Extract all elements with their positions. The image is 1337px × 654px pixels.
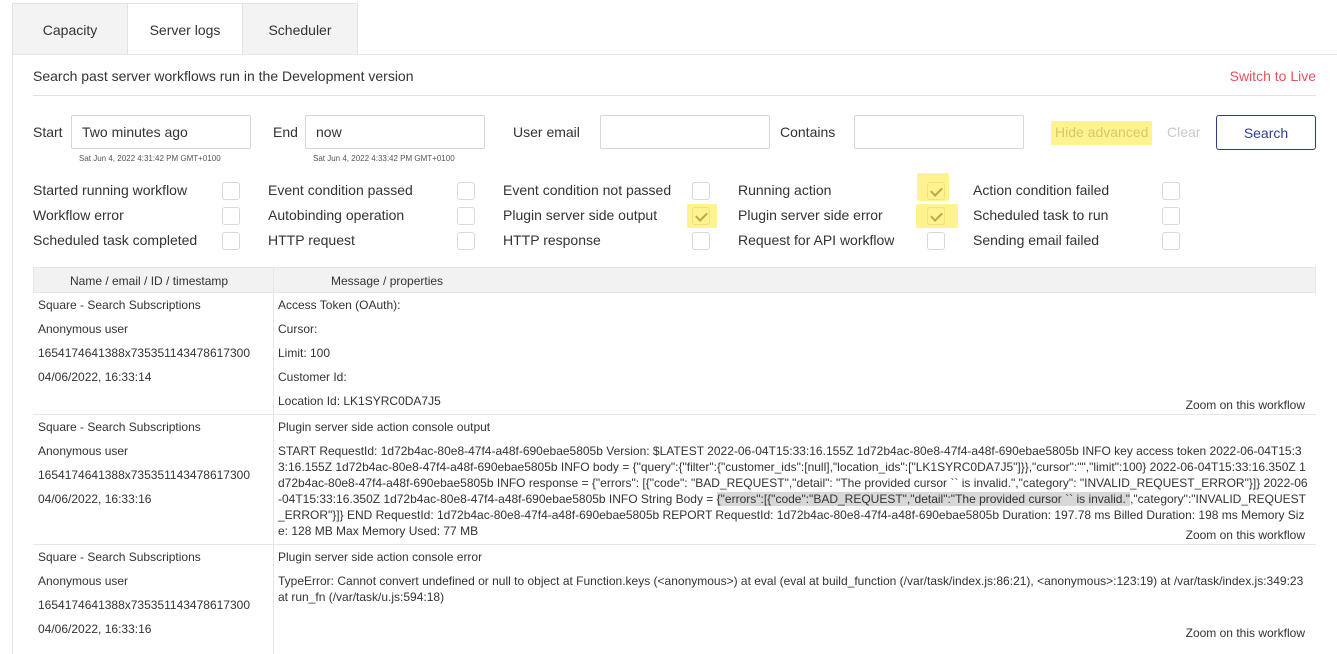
panel-left-border bbox=[12, 54, 13, 654]
cb-label-running-action: Running action bbox=[738, 182, 832, 198]
message-body: START RequestId: 1d72b4ac-80e8-47f4-a48f… bbox=[278, 443, 1308, 539]
workflow-timestamp: 04/06/2022, 16:33:16 bbox=[38, 492, 152, 506]
workflow-timestamp: 04/06/2022, 16:33:16 bbox=[38, 622, 152, 636]
zoom-workflow-link[interactable]: Zoom on this workflow bbox=[1186, 398, 1305, 412]
cb-label-request-for-api-workflow: Request for API workflow bbox=[738, 232, 895, 248]
tab-capacity[interactable]: Capacity bbox=[12, 3, 128, 55]
search-button[interactable]: Search bbox=[1216, 115, 1316, 150]
row-divider bbox=[33, 544, 1316, 545]
cb-label-started-running-workflow: Started running workflow bbox=[33, 182, 188, 198]
property-line: Limit: 100 bbox=[278, 346, 331, 360]
user-email-input[interactable] bbox=[600, 115, 770, 149]
switch-to-live-link[interactable]: Switch to Live bbox=[1230, 68, 1316, 84]
user-email-label: User email bbox=[513, 124, 580, 140]
start-label: Start bbox=[33, 124, 63, 140]
workflow-user: Anonymous user bbox=[38, 322, 129, 336]
checkbox-running-action[interactable] bbox=[927, 182, 945, 200]
cb-label-plugin-server-side-error: Plugin server side error bbox=[738, 207, 883, 223]
selected-text: {"errors":[{"code":"BAD_REQUEST","detail… bbox=[716, 492, 1131, 506]
workflow-id: 1654174641388x735351143478617300 bbox=[38, 346, 250, 360]
checkbox-scheduled-task-completed[interactable] bbox=[222, 232, 240, 250]
workflow-timestamp: 04/06/2022, 16:33:14 bbox=[38, 370, 152, 384]
checkbox-http-response[interactable] bbox=[692, 232, 710, 250]
row-divider bbox=[33, 414, 1316, 415]
cb-label-action-condition-failed: Action condition failed bbox=[973, 182, 1110, 198]
column-header-name: Name / email / ID / timestamp bbox=[70, 274, 229, 288]
checkbox-event-condition-passed[interactable] bbox=[457, 182, 475, 200]
panel-top-border bbox=[12, 54, 1337, 55]
workflow-id: 1654174641388x735351143478617300 bbox=[38, 598, 250, 612]
checkbox-http-request[interactable] bbox=[457, 232, 475, 250]
cb-label-event-condition-passed: Event condition passed bbox=[268, 182, 413, 198]
workflow-name: Square - Search Subscriptions bbox=[38, 420, 201, 434]
workflow-name: Square - Search Subscriptions bbox=[38, 550, 201, 564]
cb-label-http-response: HTTP response bbox=[503, 232, 601, 248]
checkbox-autobinding-operation[interactable] bbox=[457, 207, 475, 225]
message-body: TypeError: Cannot convert undefined or n… bbox=[278, 574, 1304, 604]
checkbox-plugin-server-side-error[interactable] bbox=[927, 207, 945, 225]
end-date-caption: Sat Jun 4, 2022 4:33:42 PM GMT+0100 bbox=[313, 154, 455, 163]
checkbox-sending-email-failed[interactable] bbox=[1162, 232, 1180, 250]
page-description: Search past server workflows run in the … bbox=[33, 68, 414, 84]
tab-scheduler[interactable]: Scheduler bbox=[243, 3, 358, 55]
checkbox-request-for-api-workflow[interactable] bbox=[927, 232, 945, 250]
workflow-user: Anonymous user bbox=[38, 574, 129, 588]
contains-input[interactable] bbox=[854, 115, 1024, 149]
table-header: Name / email / ID / timestamp Message / … bbox=[33, 267, 1316, 293]
workflow-user: Anonymous user bbox=[38, 444, 129, 458]
column-divider bbox=[273, 267, 274, 654]
checkbox-scheduled-task-to-run[interactable] bbox=[1162, 207, 1180, 225]
zoom-workflow-link[interactable]: Zoom on this workflow bbox=[1186, 528, 1305, 542]
property-line: Cursor: bbox=[278, 322, 318, 336]
cb-label-sending-email-failed: Sending email failed bbox=[973, 232, 1100, 248]
cb-label-plugin-server-side-output: Plugin server side output bbox=[503, 207, 658, 223]
checkbox-action-condition-failed[interactable] bbox=[1162, 182, 1180, 200]
start-input[interactable]: Two minutes ago bbox=[71, 115, 251, 149]
workflow-id: 1654174641388x735351143478617300 bbox=[38, 468, 250, 482]
cb-label-event-condition-not-passed: Event condition not passed bbox=[503, 182, 672, 198]
checkbox-started-running-workflow[interactable] bbox=[222, 182, 240, 200]
cb-label-autobinding-operation: Autobinding operation bbox=[268, 207, 405, 223]
zoom-workflow-link[interactable]: Zoom on this workflow bbox=[1186, 626, 1305, 640]
tab-bar: Capacity Server logs Scheduler bbox=[12, 3, 358, 55]
checkbox-event-condition-not-passed[interactable] bbox=[692, 182, 710, 200]
cb-label-workflow-error: Workflow error bbox=[33, 207, 124, 223]
checkbox-plugin-server-side-output[interactable] bbox=[692, 207, 710, 225]
clear-button[interactable]: Clear bbox=[1167, 124, 1200, 140]
message-title: Plugin server side action console output bbox=[278, 420, 491, 434]
property-line: Location Id: LK1SYRC0DA7J5 bbox=[278, 394, 441, 408]
start-date-caption: Sat Jun 4, 2022 4:31:42 PM GMT+0100 bbox=[79, 154, 221, 163]
tab-server-logs[interactable]: Server logs bbox=[128, 3, 243, 55]
cb-label-scheduled-task-completed: Scheduled task completed bbox=[33, 232, 198, 248]
property-line: Customer Id: bbox=[278, 370, 347, 384]
divider bbox=[33, 95, 1316, 96]
workflow-name: Square - Search Subscriptions bbox=[38, 298, 201, 312]
contains-label: Contains bbox=[780, 124, 836, 140]
hide-advanced-link[interactable]: Hide advanced bbox=[1051, 121, 1153, 145]
cb-label-http-request: HTTP request bbox=[268, 232, 355, 248]
property-line: Access Token (OAuth): bbox=[278, 298, 401, 312]
message-title: Plugin server side action console error bbox=[278, 550, 483, 564]
column-header-message: Message / properties bbox=[331, 274, 444, 288]
end-label: End bbox=[273, 124, 298, 140]
cb-label-scheduled-task-to-run: Scheduled task to run bbox=[973, 207, 1109, 223]
end-input[interactable]: now bbox=[305, 115, 485, 149]
checkbox-workflow-error[interactable] bbox=[222, 207, 240, 225]
